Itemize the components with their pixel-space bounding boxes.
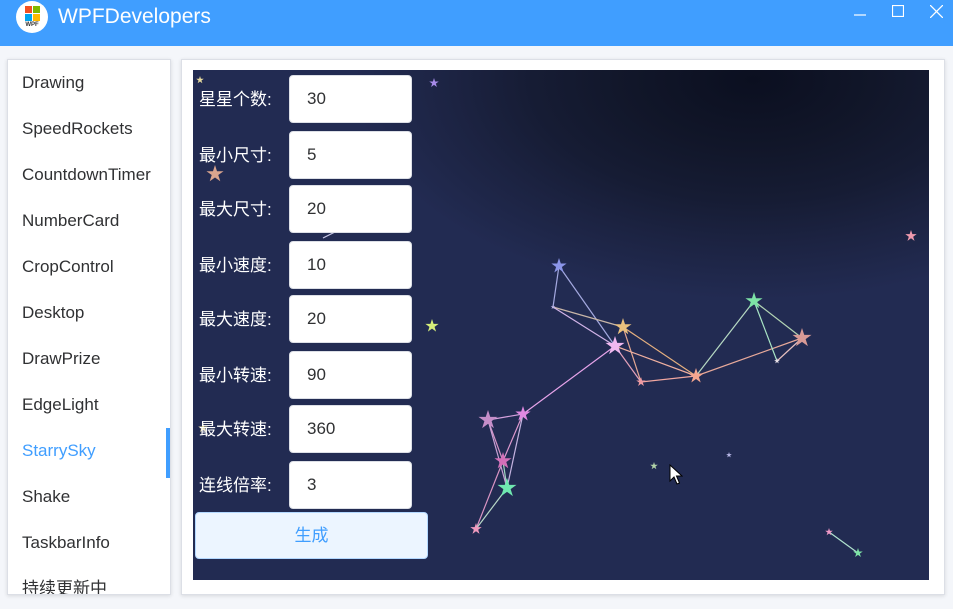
close-button[interactable]: [918, 0, 953, 26]
max-size-input[interactable]: 20: [289, 185, 412, 233]
mouse-pointer-icon: [669, 464, 683, 485]
min-rotation-label: 最小转速:: [199, 366, 272, 385]
sidebar-item-countdowntimer[interactable]: CountdownTimer: [22, 163, 151, 187]
sidebar-item-drawprize[interactable]: DrawPrize: [22, 347, 100, 371]
star-count-input[interactable]: 30: [289, 75, 412, 123]
generate-button[interactable]: 生成: [195, 512, 428, 559]
window-title: WPFDevelopers: [58, 5, 211, 28]
minimize-icon: [854, 14, 866, 16]
min-size-input[interactable]: 5: [289, 131, 412, 179]
star-count-label: 星星个数:: [199, 90, 272, 109]
min-speed-label: 最小速度:: [199, 256, 272, 275]
maximize-icon: [892, 5, 904, 17]
sidebar-item-numbercard[interactable]: NumberCard: [22, 209, 119, 233]
sidebar-item-cropcontrol[interactable]: CropControl: [22, 255, 114, 279]
max-speed-label: 最大速度:: [199, 310, 272, 329]
title-bar: WPF WPFDevelopers: [0, 0, 953, 46]
logo-text: WPF: [25, 22, 39, 28]
sidebar-item-shake[interactable]: Shake: [22, 485, 70, 509]
sidebar-item-drawing[interactable]: Drawing: [22, 71, 84, 95]
sidebar-item-desktop[interactable]: Desktop: [22, 301, 84, 325]
sidebar-item-speedrockets[interactable]: SpeedRockets: [22, 117, 133, 141]
sidebar-item-starrysky[interactable]: StarrySky: [22, 439, 96, 463]
max-rotation-input[interactable]: 360: [289, 405, 412, 453]
close-icon: [930, 5, 943, 18]
min-size-label: 最小尺寸:: [199, 146, 272, 165]
min-rotation-input[interactable]: 90: [289, 351, 412, 399]
maximize-button[interactable]: [880, 0, 916, 26]
minimize-button[interactable]: [842, 0, 878, 26]
line-multiplier-input[interactable]: 3: [289, 461, 412, 509]
min-speed-input[interactable]: 10: [289, 241, 412, 289]
sidebar-nav: Drawing SpeedRockets CountdownTimer Numb…: [7, 59, 171, 595]
max-size-label: 最大尺寸:: [199, 200, 272, 219]
app-logo-icon: WPF: [16, 1, 48, 33]
sidebar-item-taskbarinfo[interactable]: TaskbarInfo: [22, 531, 110, 555]
sidebar-item-more[interactable]: 持续更新中: [22, 577, 107, 594]
max-speed-input[interactable]: 20: [289, 295, 412, 343]
active-item-indicator: [166, 428, 170, 478]
max-rotation-label: 最大转速:: [199, 420, 272, 439]
line-multiplier-label: 连线倍率:: [199, 476, 272, 495]
sidebar-item-edgelight[interactable]: EdgeLight: [22, 393, 99, 417]
